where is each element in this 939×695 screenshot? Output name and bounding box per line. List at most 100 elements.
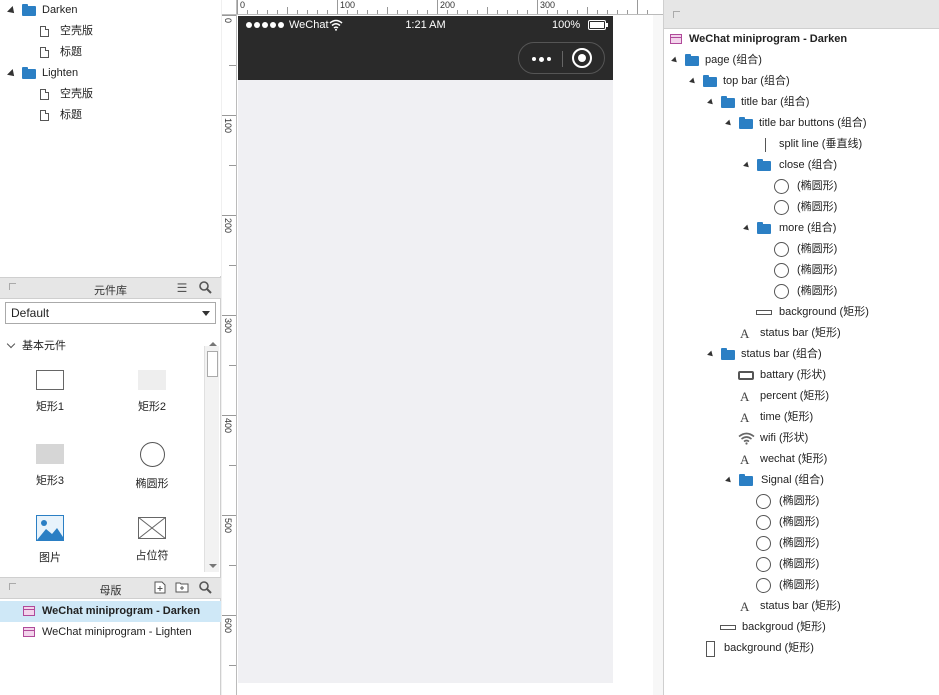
master-item-darken[interactable]: WeChat miniprogram - Darken — [0, 601, 221, 622]
folder-icon — [703, 75, 717, 87]
ruler-tick — [222, 315, 236, 316]
search-icon[interactable] — [198, 281, 212, 295]
page-label: Lighten — [42, 67, 79, 79]
folder-icon — [721, 348, 735, 360]
ruler-corner — [222, 0, 237, 15]
search-icon[interactable] — [198, 581, 212, 595]
ruler-label: 600 — [223, 618, 233, 634]
folder-icon — [739, 474, 753, 486]
widget-label: 矩形3 — [35, 475, 65, 487]
widget-label: 矩形1 — [35, 401, 65, 413]
expand-caret-icon[interactable] — [743, 224, 751, 233]
ruler-tick — [477, 10, 478, 14]
canvas-scrollbar[interactable] — [653, 15, 663, 695]
outline-label: battary (形状) — [760, 369, 827, 381]
expand-caret-icon[interactable] — [689, 77, 697, 86]
widget-rect2[interactable]: 矩形2 — [112, 370, 192, 414]
ruler-label: 200 — [223, 218, 233, 234]
ruler-tick — [597, 10, 598, 14]
vertical-line-icon — [765, 138, 766, 152]
outline-panel-header — [664, 0, 939, 29]
ruler-label: 0 — [223, 18, 233, 24]
menu-icon[interactable]: ☰ — [175, 281, 189, 295]
outline-label: split line (垂直线) — [779, 138, 863, 150]
widget-placeholder[interactable]: 占位符 — [112, 516, 192, 563]
widget-ellipse[interactable]: 椭圆形 — [112, 442, 192, 491]
scroll-up-icon[interactable] — [209, 342, 217, 346]
outline-label: (椭圆形) — [797, 243, 838, 255]
top-bar[interactable]: WeChat 1:21 AM 100% — [238, 16, 613, 80]
phone-mockup[interactable]: WeChat 1:21 AM 100% — [238, 16, 613, 683]
ruler-tick — [507, 10, 508, 14]
expand-caret-icon[interactable] — [671, 56, 679, 65]
ruler-tick — [587, 7, 588, 14]
close-icon[interactable] — [572, 48, 592, 68]
text-icon: A — [740, 410, 750, 425]
expand-caret-icon[interactable] — [725, 476, 733, 485]
title-bar-buttons[interactable] — [518, 42, 605, 74]
widget-label: 图片 — [39, 552, 61, 564]
ruler-tick — [229, 565, 236, 566]
ruler-tick — [257, 10, 258, 14]
master-item-lighten[interactable]: WeChat miniprogram - Lighten — [0, 622, 221, 643]
master-icon — [670, 34, 682, 44]
ruler-tick — [222, 515, 236, 516]
ruler-tick — [222, 615, 236, 616]
image-icon — [36, 515, 64, 541]
ruler-tick — [229, 165, 236, 166]
horizontal-ruler: 0 100 200 300 — [237, 0, 663, 15]
outline-label: (椭圆形) — [797, 201, 838, 213]
left-panel: Darken 空壳版 标题 Lighten 空壳版 标题 元件库 ☰ Defau… — [0, 0, 221, 695]
expand-caret-icon[interactable] — [707, 98, 715, 107]
ruler-tick — [357, 10, 358, 14]
library-section-header[interactable]: 基本元件 — [6, 337, 66, 353]
folder-icon — [721, 96, 735, 108]
library-scrollbar[interactable] — [204, 342, 219, 572]
design-canvas[interactable]: 0 100 200 300 0 100 200 300 400 500 600 … — [222, 0, 663, 695]
ruler-tick — [267, 10, 268, 14]
outline-label: (椭圆形) — [779, 495, 820, 507]
status-bar[interactable]: WeChat 1:21 AM 100% — [238, 16, 613, 36]
expand-caret-icon[interactable] — [7, 69, 17, 79]
collapse-icon[interactable] — [673, 11, 680, 18]
outline-label: (椭圆形) — [797, 264, 838, 276]
ruler-tick — [287, 7, 288, 14]
outline-label: close (组合) — [779, 159, 838, 171]
add-master-icon[interactable] — [153, 581, 167, 595]
more-icon[interactable] — [531, 53, 553, 65]
master-icon — [23, 606, 35, 616]
page-label: 标题 — [60, 46, 82, 58]
ruler-tick — [397, 10, 398, 14]
ruler-tick — [222, 115, 236, 116]
ruler-tick — [377, 10, 378, 14]
expand-caret-icon[interactable] — [725, 119, 733, 128]
ellipse-icon — [756, 536, 771, 551]
library-select[interactable]: Default — [5, 302, 216, 324]
wifi-icon — [738, 432, 755, 445]
ellipse-icon — [756, 578, 771, 593]
ellipse-icon — [756, 557, 771, 572]
ruler-tick — [577, 10, 578, 14]
ruler-tick — [387, 7, 388, 14]
expand-caret-icon[interactable] — [707, 350, 715, 359]
widget-rect3[interactable]: 矩形3 — [10, 444, 90, 488]
ruler-label: 0 — [240, 0, 246, 10]
rectangle-icon — [706, 641, 715, 657]
widget-image[interactable]: 图片 — [10, 515, 90, 565]
expand-caret-icon[interactable] — [743, 161, 751, 170]
scroll-down-icon[interactable] — [209, 564, 217, 568]
ruler-tick — [237, 0, 238, 14]
page-icon — [40, 26, 49, 37]
ruler-tick — [457, 10, 458, 14]
add-folder-icon[interactable] — [175, 581, 189, 595]
outline-label: (椭圆形) — [797, 285, 838, 297]
ruler-tick — [637, 0, 638, 14]
expand-caret-icon[interactable] — [7, 6, 17, 16]
scroll-thumb[interactable] — [207, 351, 218, 377]
ruler-tick — [277, 10, 278, 14]
widget-rect1[interactable]: 矩形1 — [10, 370, 90, 414]
master-icon — [23, 627, 35, 637]
ruler-label: 400 — [223, 418, 233, 434]
ruler-tick — [547, 10, 548, 14]
outline-label: percent (矩形) — [760, 390, 830, 402]
